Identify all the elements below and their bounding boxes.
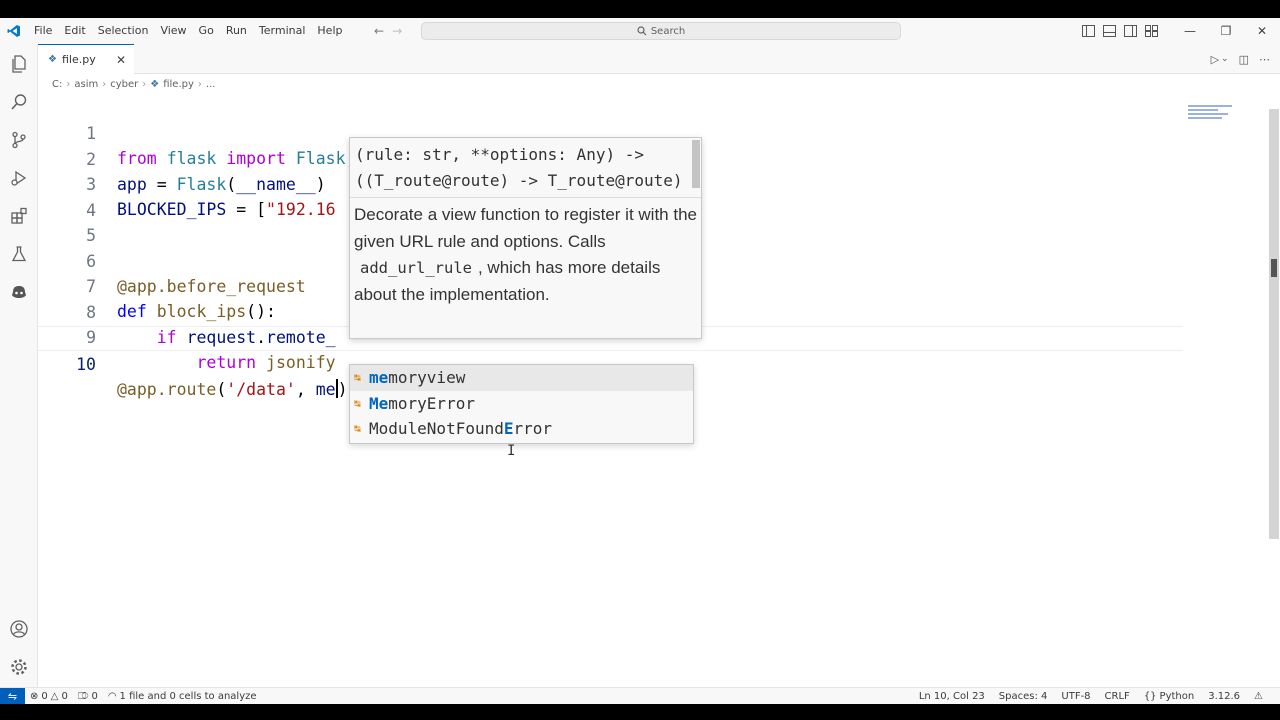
title-bar: File Edit Selection View Go Run Terminal… xyxy=(0,18,1280,44)
indentation[interactable]: Spaces: 4 xyxy=(992,691,1055,702)
scrollbar-cursor-marker xyxy=(1271,259,1277,277)
problems-status[interactable]: ⊗ 0 △ 0 xyxy=(25,691,73,702)
layout-controls xyxy=(1082,25,1158,37)
cursor-position[interactable]: Ln 10, Col 23 xyxy=(912,691,992,702)
language-mode[interactable]: {} Python xyxy=(1137,691,1201,702)
testing-flask-icon[interactable] xyxy=(9,244,29,264)
status-bar-right: Ln 10, Col 23 Spaces: 4 UTF-8 CRLF {} Pyt… xyxy=(912,688,1270,704)
chevron-right-icon: › xyxy=(102,78,107,90)
hover-scrollbar[interactable] xyxy=(692,140,700,188)
chevron-right-icon: › xyxy=(197,78,202,90)
code-editor[interactable]: 1 from flask import Flask, request, json… xyxy=(38,93,1279,687)
code-line: 1 from flask import Flask, request, json… xyxy=(38,96,1183,168)
menu-go[interactable]: Go xyxy=(193,18,220,44)
line-number: 10 xyxy=(76,354,96,374)
suggestion-item[interactable]: ↹ ModuleNotFoundError xyxy=(350,416,693,442)
warning-icon: △ xyxy=(50,690,59,702)
ports-icon: ⎄ xyxy=(77,690,89,702)
suggestion-item[interactable]: ↹ memoryview xyxy=(350,365,693,391)
python-file-icon: ❖ xyxy=(150,78,160,90)
copilot-icon[interactable] xyxy=(9,282,29,302)
class-symbol-icon: ↹ xyxy=(354,371,361,385)
encoding[interactable]: UTF-8 xyxy=(1054,691,1097,702)
split-editor-icon[interactable]: ◫ xyxy=(1239,53,1249,66)
menu-bar: File Edit Selection View Go Run Terminal… xyxy=(28,18,348,44)
search-icon xyxy=(637,26,647,36)
minimize-button[interactable]: — xyxy=(1172,18,1208,44)
end-of-line[interactable]: CRLF xyxy=(1098,691,1137,702)
search-label: Search xyxy=(650,25,686,37)
menu-terminal[interactable]: Terminal xyxy=(253,18,312,44)
run-python-file-icon[interactable]: ▷ xyxy=(1211,53,1219,66)
explorer-icon[interactable] xyxy=(9,54,29,74)
tab-label: file.py xyxy=(61,53,96,66)
mouse-ibeam-cursor: I xyxy=(507,443,516,459)
forward-arrow-icon[interactable]: → xyxy=(392,24,402,38)
activity-bar xyxy=(0,44,38,687)
minimap[interactable] xyxy=(1188,105,1234,125)
line-code: @app.route('/data', me) xyxy=(117,378,348,399)
editor-actions: ▷ ⌄ ◫ ⋯ xyxy=(1211,44,1270,74)
back-arrow-icon[interactable]: ← xyxy=(374,24,384,38)
python-file-icon: ❖ xyxy=(48,54,57,65)
remote-indicator-icon[interactable]: ⇋ xyxy=(0,687,25,704)
menu-selection[interactable]: Selection xyxy=(92,18,155,44)
braces-icon: {} xyxy=(1143,691,1157,702)
breadcrumb-file[interactable]: file.py xyxy=(163,79,194,90)
menu-help[interactable]: Help xyxy=(311,18,348,44)
accounts-icon[interactable] xyxy=(9,619,29,639)
class-symbol-icon: ↹ xyxy=(354,396,361,410)
loading-spinner-icon: ◠ xyxy=(107,690,117,702)
toggle-panel-icon[interactable] xyxy=(1103,25,1116,37)
class-symbol-icon: ↹ xyxy=(354,422,361,436)
chevron-right-icon: › xyxy=(142,78,147,90)
editor-tab-bar: ❖ file.py ✕ ▷ ⌄ ◫ ⋯ xyxy=(38,44,1280,74)
extensions-icon[interactable] xyxy=(9,206,29,226)
vscode-window: File Edit Selection View Go Run Terminal… xyxy=(0,18,1280,704)
close-icon[interactable]: ✕ xyxy=(116,53,126,67)
chevron-right-icon: › xyxy=(66,78,71,90)
breadcrumb-symbols[interactable]: ... xyxy=(206,79,216,90)
command-center-search[interactable]: Search xyxy=(421,22,901,40)
close-window-button[interactable]: ✕ xyxy=(1244,18,1280,44)
title-bar-controls: — ❐ ✕ xyxy=(1082,18,1280,44)
breadcrumb-cyber[interactable]: cyber xyxy=(110,79,138,90)
run-and-debug-icon[interactable] xyxy=(9,168,29,188)
analysis-status[interactable]: ◠ 1 file and 0 cells to analyze xyxy=(103,691,262,702)
status-bar: ⇋ ⊗ 0 △ 0 ⎄ 0 ◠ 1 file and 0 cells to analyz… xyxy=(0,687,1280,704)
menu-edit[interactable]: Edit xyxy=(58,18,91,44)
more-actions-icon[interactable]: ⋯ xyxy=(1259,53,1270,66)
error-icon: ⊗ xyxy=(30,690,39,702)
navigation-arrows: ← → xyxy=(374,18,402,44)
search-view-icon[interactable] xyxy=(9,92,29,112)
vscode-logo-icon xyxy=(0,18,28,44)
menu-view[interactable]: View xyxy=(154,18,192,44)
signature-hover-widget: (rule: str, **options: Any) -> ((T_route… xyxy=(349,137,702,339)
source-control-icon[interactable] xyxy=(9,130,29,150)
toggle-primary-sidebar-icon[interactable] xyxy=(1082,25,1095,37)
manage-gear-icon[interactable] xyxy=(9,657,29,677)
tab-file-py[interactable]: ❖ file.py ✕ xyxy=(38,44,134,74)
chevron-down-icon[interactable]: ⌄ xyxy=(1221,54,1229,64)
vertical-scrollbar[interactable] xyxy=(1269,109,1279,539)
menu-run[interactable]: Run xyxy=(220,18,253,44)
line-code: return jsonify xyxy=(196,353,336,372)
customize-layout-icon[interactable] xyxy=(1145,25,1158,37)
notifications-bell-icon[interactable]: ⚠ xyxy=(1247,691,1270,702)
restore-button[interactable]: ❐ xyxy=(1208,18,1244,44)
menu-file[interactable]: File xyxy=(28,18,58,44)
breadcrumb: C: › asim › cyber › ❖ file.py › ... xyxy=(52,75,215,93)
function-documentation: Decorate a view function to register it … xyxy=(354,205,697,304)
toggle-secondary-sidebar-icon[interactable] xyxy=(1124,25,1137,37)
breadcrumb-drive[interactable]: C: xyxy=(52,79,62,90)
breadcrumb-asim[interactable]: asim xyxy=(74,79,98,90)
ports-status[interactable]: ⎄ 0 xyxy=(73,691,103,702)
suggestion-item[interactable]: ↹ MemoryError xyxy=(350,391,693,417)
function-signature: (rule: str, **options: Any) -> ((T_route… xyxy=(355,145,683,190)
autocomplete-suggestions: ↹ memoryview ↹ MemoryError ↹ ModuleNotFo… xyxy=(349,364,694,444)
python-version[interactable]: 3.12.6 xyxy=(1201,691,1247,702)
